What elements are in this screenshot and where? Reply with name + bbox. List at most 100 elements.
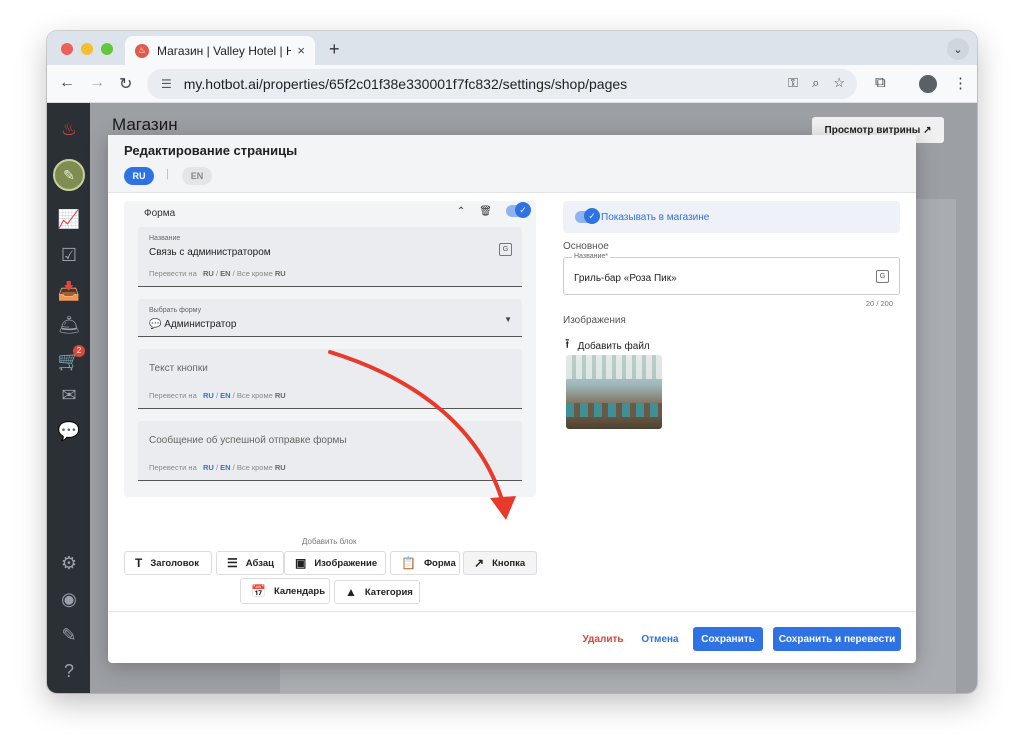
cancel-button[interactable]: Отмена xyxy=(636,627,684,651)
translate-row: Перевести на RU / EN / Все кроме RU xyxy=(149,269,286,278)
add-file-button[interactable]: ⭱ Добавить файл xyxy=(565,335,650,357)
external-link-icon: ↗ xyxy=(474,556,485,570)
form-clipboard-icon: 📋 xyxy=(401,556,416,570)
lang-divider: | xyxy=(166,168,169,180)
hotbot-favicon-icon: ♨ xyxy=(135,43,149,58)
block-enabled-toggle[interactable]: ✓ xyxy=(506,202,531,218)
lang-tab-ru[interactable]: RU xyxy=(124,167,154,185)
name-field-label: Название xyxy=(149,235,181,242)
cart-badge: 2 xyxy=(73,345,85,357)
close-window-button[interactable] xyxy=(61,43,73,55)
delete-button[interactable]: Удалить xyxy=(578,627,628,651)
restaurant-image-thumbnail[interactable] xyxy=(566,355,662,429)
translate-en-link[interactable]: EN xyxy=(220,269,230,278)
char-counter: 20 / 200 xyxy=(865,299,893,308)
check-icon: ✓ xyxy=(584,208,600,224)
minimize-window-button[interactable] xyxy=(81,43,93,55)
heading-t-icon: T xyxy=(135,556,143,570)
select-form-dropdown[interactable]: Выбрать форму 💬 Администратор ▼ xyxy=(138,299,522,337)
page-name-label: Название* xyxy=(572,253,611,260)
tab-title: Магазин | Valley Hotel | Hotbo xyxy=(157,43,292,58)
browser-menu-icon[interactable]: ⋮ xyxy=(953,74,968,92)
translate-prefix: Перевести на xyxy=(149,269,197,278)
translate-en-link[interactable]: EN xyxy=(220,463,230,472)
modal-header: Редактирование страницы RU | EN xyxy=(108,135,916,193)
dropdown-caret-icon: ▼ xyxy=(504,315,512,324)
add-file-label: Добавить файл xyxy=(577,340,650,352)
zoom-icon[interactable]: ⌕ xyxy=(812,75,819,91)
add-form-button[interactable]: 📋 Форма xyxy=(390,551,460,575)
translate-row: Перевести на RU / EN / Все кроме RU xyxy=(149,463,286,472)
app-sidebar: ♨ ✎ 📈 ☑ 📥 🛎 🛒 2 ✉ 💬 ⚙ ◉ ✎ ? xyxy=(47,103,90,693)
show-in-shop-row[interactable]: ✓ Показывать в магазине xyxy=(563,201,900,233)
address-bar[interactable]: ☰ my.hotbot.ai/properties/65f2c01f38e330… xyxy=(147,69,857,99)
check-icon: ✓ xyxy=(515,202,531,218)
chat-icon[interactable]: 💬 xyxy=(57,419,81,443)
select-form-value: 💬 Администратор xyxy=(149,319,237,330)
translate-en-link[interactable]: EN xyxy=(220,391,230,400)
show-in-shop-toggle[interactable]: ✓ xyxy=(575,208,600,224)
help-icon[interactable]: ? xyxy=(57,659,81,683)
translate-except-link[interactable]: Все кроме RU xyxy=(237,391,286,400)
profile-avatar[interactable] xyxy=(919,75,937,93)
new-tab-button[interactable]: + xyxy=(329,39,340,60)
extensions-icon[interactable]: ⧉ xyxy=(875,74,886,91)
close-tab-icon[interactable]: × xyxy=(297,43,305,58)
translate-ru-link[interactable]: RU xyxy=(203,391,214,400)
page-title: Магазин xyxy=(112,115,178,134)
inbox-icon[interactable]: 📥 xyxy=(57,279,81,303)
browser-tab[interactable]: ♨ Магазин | Valley Hotel | Hotbo × xyxy=(125,36,315,65)
modal-title: Редактирование страницы xyxy=(124,143,298,158)
translate-ru-link[interactable]: RU xyxy=(203,269,214,278)
url-text: my.hotbot.ai/properties/65f2c01f38e33000… xyxy=(183,76,628,92)
modal-footer: Удалить Отмена Сохранить Сохранить и пер… xyxy=(108,611,916,663)
maximize-window-button[interactable] xyxy=(101,43,113,55)
edit-page-modal: Редактирование страницы RU | EN Форма ⌃ … xyxy=(108,135,916,663)
translate-except-link[interactable]: Все кроме RU xyxy=(237,269,286,278)
analytics-icon[interactable]: 📈 xyxy=(57,207,81,231)
property-avatar[interactable]: ✎ xyxy=(53,159,85,191)
bookmark-star-icon[interactable]: ☆ xyxy=(833,75,845,91)
site-info-icon[interactable]: ☰ xyxy=(161,77,172,91)
success-message-placeholder: Сообщение об успешной отправке формы xyxy=(149,435,347,446)
delete-block-icon[interactable]: 🗑 xyxy=(479,206,492,217)
browser-toolbar: ← → ↻ ☰ my.hotbot.ai/properties/65f2c01f… xyxy=(47,65,977,103)
add-button-block-button[interactable]: ↗ Кнопка xyxy=(463,551,537,575)
button-text-field[interactable]: Текст кнопки Перевести на RU / EN / Все … xyxy=(138,349,522,409)
hotbot-logo-icon[interactable]: ♨ xyxy=(57,117,81,141)
main-section-label: Основное xyxy=(563,241,609,252)
edit-pencil-icon[interactable]: ✎ xyxy=(57,623,81,647)
tab-search-icon[interactable]: ⌄ xyxy=(947,38,969,60)
collapse-chevron-icon[interactable]: ⌃ xyxy=(457,206,465,217)
images-section-label: Изображения xyxy=(563,315,626,326)
add-image-button[interactable]: ▣ Изображение xyxy=(284,551,386,575)
translate-prefix: Перевести на xyxy=(149,463,197,472)
add-block-label: Добавить блок xyxy=(302,537,357,546)
back-icon[interactable]: ← xyxy=(59,74,75,92)
name-field[interactable]: Название Связь с администратором G Перев… xyxy=(138,227,522,287)
lang-tab-en[interactable]: EN xyxy=(182,167,212,185)
forward-icon[interactable]: → xyxy=(89,74,105,92)
name-field-value: Связь с администратором xyxy=(149,247,271,258)
google-translate-icon[interactable]: G xyxy=(499,243,512,256)
translate-except-link[interactable]: Все кроме RU xyxy=(237,463,286,472)
concierge-icon[interactable]: 🛎 xyxy=(57,313,81,337)
add-calendar-button[interactable]: 📅 Календарь xyxy=(240,578,330,604)
tasks-check-icon[interactable]: ☑ xyxy=(57,243,81,267)
user-icon[interactable]: ◉ xyxy=(57,587,81,611)
key-icon[interactable]: ⚿ xyxy=(788,75,798,91)
add-heading-button[interactable]: T Заголовок xyxy=(124,551,212,575)
page-name-input[interactable]: Название* Гриль-бар «Роза Пик» G xyxy=(563,253,900,295)
settings-gear-icon[interactable]: ⚙ xyxy=(57,551,81,575)
save-and-translate-button[interactable]: Сохранить и перевести xyxy=(773,627,901,651)
browser-window: ♨ Магазин | Valley Hotel | Hotbo × + ⌄ ←… xyxy=(47,31,977,693)
translate-ru-link[interactable]: RU xyxy=(203,463,214,472)
add-category-button[interactable]: ▲ Категория xyxy=(334,580,420,604)
calendar-icon: 📅 xyxy=(251,584,266,598)
success-message-field[interactable]: Сообщение об успешной отправке формы Пер… xyxy=(138,421,522,481)
mail-icon[interactable]: ✉ xyxy=(57,383,81,407)
reload-icon[interactable]: ↻ xyxy=(119,74,132,94)
save-button[interactable]: Сохранить xyxy=(693,627,763,651)
google-translate-icon[interactable]: G xyxy=(876,270,889,283)
add-paragraph-button[interactable]: ☰ Абзац xyxy=(216,551,284,575)
